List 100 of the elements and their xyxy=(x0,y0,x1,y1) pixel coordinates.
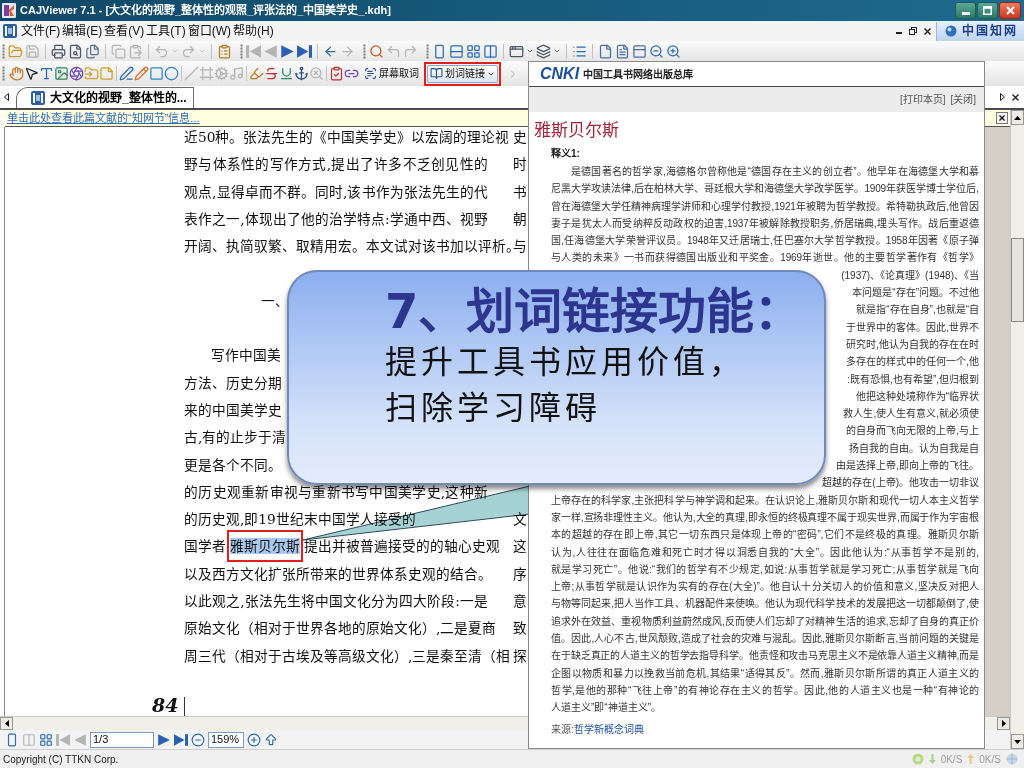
column-text: 意 xyxy=(513,592,527,611)
page-number-field[interactable]: 1/3 xyxy=(90,731,154,748)
grip-icon[interactable] xyxy=(2,66,5,81)
scan-text-icon xyxy=(364,67,377,80)
definition-line: 多存在的样式中的任何一个,他 xyxy=(846,355,979,370)
scroll-up-button[interactable] xyxy=(1011,110,1024,125)
text-select-icon[interactable] xyxy=(39,66,54,81)
scroll-left-icon[interactable] xyxy=(4,93,9,101)
menu-item[interactable]: 窗口(W) xyxy=(186,22,232,40)
minus-circle-icon[interactable] xyxy=(191,732,205,747)
layers-icon[interactable] xyxy=(536,43,551,59)
scrollbar-thumb[interactable] xyxy=(1011,238,1024,322)
menu-item[interactable]: 帮助(H) xyxy=(232,22,275,40)
print-page-link[interactable]: [打印本页] xyxy=(899,92,946,107)
definition-line: 国,任海德堡大学荣誉评议员。1948年又迁居瑞士,任巴塞尔大学哲学教授。1958年因著《原子弹 xyxy=(551,233,979,249)
vertical-scrollbar[interactable] xyxy=(1010,110,1024,749)
text-line: 古,有的止步于清 xyxy=(184,428,287,447)
window-icon[interactable] xyxy=(509,43,524,59)
definition-line: 上帝存在的科学家,主张把科学与神学调和起来。在认识论上,雅斯贝尔斯和现代一切人本主义哲学 xyxy=(551,493,979,508)
last-page-icon[interactable] xyxy=(174,732,188,747)
menu-item[interactable]: 文件(F) xyxy=(20,22,62,40)
close-button[interactable] xyxy=(999,2,1021,19)
image-icon[interactable] xyxy=(54,66,69,81)
search-icon[interactable] xyxy=(369,43,384,59)
list-icon[interactable] xyxy=(572,43,587,59)
next-page-icon[interactable] xyxy=(157,732,171,747)
up-arrow-icon[interactable] xyxy=(264,732,278,747)
grip-icon[interactable] xyxy=(240,43,243,59)
minimize-button[interactable] xyxy=(955,2,976,19)
zoom-out-icon[interactable] xyxy=(649,43,664,59)
highlighter-icon[interactable] xyxy=(249,66,264,81)
clipboard-list-icon[interactable] xyxy=(217,43,232,59)
close-link[interactable]: [关闭] xyxy=(950,92,976,107)
text-line: 写作中国美 xyxy=(211,346,281,365)
last-page-icon[interactable] xyxy=(297,43,312,59)
info-close-button[interactable] xyxy=(996,112,1008,124)
document-tab[interactable]: 大文化的视野_整体性的... xyxy=(16,87,194,108)
circle-icon[interactable] xyxy=(164,66,179,81)
single-page-icon[interactable] xyxy=(432,43,447,59)
files-icon[interactable] xyxy=(85,43,100,59)
plus-circle-icon[interactable] xyxy=(247,732,261,747)
underline-icon[interactable] xyxy=(279,66,294,81)
text-line: 来的中国美学史 xyxy=(184,400,282,419)
pen-icon[interactable] xyxy=(119,66,134,81)
close-icon[interactable] xyxy=(924,27,931,35)
logo-text: CNKI xyxy=(540,65,580,83)
rectangle-icon[interactable] xyxy=(149,66,164,81)
info-link[interactable]: 单击此处查看此篇文献的“知网节”信息... xyxy=(7,109,200,127)
toolbar-button[interactable]: 划词链接 xyxy=(427,64,498,83)
highlighted-word[interactable]: 雅斯贝尔斯 xyxy=(230,538,300,555)
scroll-down-button[interactable] xyxy=(1011,734,1024,749)
globe-icon xyxy=(945,25,957,37)
grid-icon[interactable] xyxy=(39,732,53,747)
grip-icon[interactable] xyxy=(363,43,366,59)
definition-line: 认为,人往往在面临危难和死亡时才得以洞悉自我的“大全”。因此他认为:“从事哲学不是别的, xyxy=(551,545,979,560)
menu-item[interactable]: 工具(T) xyxy=(145,22,187,40)
scroll-right-button[interactable] xyxy=(997,717,1010,730)
aperture-icon[interactable] xyxy=(69,66,84,81)
restore-button[interactable] xyxy=(977,2,998,19)
grid-icon[interactable] xyxy=(466,43,481,59)
column-text: 文 xyxy=(513,510,527,529)
columns-icon[interactable] xyxy=(483,43,498,59)
toolbar-button[interactable]: 屏幕取词 xyxy=(362,64,421,83)
printer-icon[interactable] xyxy=(51,43,66,59)
file-search-icon[interactable] xyxy=(68,43,83,59)
scroll-right-icon[interactable] xyxy=(1000,93,1005,101)
page-icon[interactable] xyxy=(598,43,613,59)
caret-icon[interactable] xyxy=(526,47,534,55)
next-page-icon[interactable] xyxy=(280,43,295,59)
text-line: 的历史观重新审视与重新书写中国美学史,这种新 xyxy=(184,482,488,501)
definition-line: 追求外在效益、重视物质利益蔚然成风,反而使人们忘却了对精神生活的追求,忘却了自身的真正价 xyxy=(551,614,979,629)
callout-text: 提升工具书应用价值， xyxy=(385,342,745,383)
restore-icon[interactable] xyxy=(909,27,917,35)
rows-icon[interactable] xyxy=(449,43,464,59)
scroll-left-button[interactable] xyxy=(0,717,13,730)
grip-icon[interactable] xyxy=(2,43,5,59)
close-icon[interactable] xyxy=(1012,93,1019,101)
restore-icon xyxy=(983,6,992,15)
section-heading: 一、 xyxy=(261,291,289,310)
folder-icon[interactable] xyxy=(8,43,23,59)
source-link[interactable]: 哲学新概念词典 xyxy=(573,720,644,738)
menu-item[interactable]: 编辑(E) xyxy=(61,22,104,40)
definition-line: 尼黑大学攻读法律,后在柏林大学、哥廷根大学和海德堡大学改学医学。1909年获医学博士学位后, xyxy=(551,182,979,197)
pencil-icon[interactable] xyxy=(134,66,149,81)
column-text: 时 xyxy=(513,155,527,174)
text-page-icon[interactable] xyxy=(615,43,630,59)
zoom-field[interactable]: 159% xyxy=(208,731,244,748)
down-arrow-icon xyxy=(1014,739,1021,744)
caret-icon[interactable] xyxy=(553,47,561,55)
clipboard-check-icon[interactable] xyxy=(329,66,344,81)
zoom-in-icon[interactable] xyxy=(666,43,681,59)
grip-icon[interactable] xyxy=(426,43,429,59)
text-line: 表作之一,体现出了他的治学特点:学通中西、视野 xyxy=(184,209,488,228)
menu-item[interactable]: 查看(V) xyxy=(103,22,146,40)
panel-icon[interactable] xyxy=(632,43,647,59)
pointer-icon[interactable] xyxy=(24,66,39,81)
anchor-icon[interactable] xyxy=(294,66,309,81)
single-page-icon[interactable] xyxy=(5,732,19,747)
brand-banner[interactable]: 中国知网 xyxy=(936,21,1024,41)
strikethrough-icon[interactable] xyxy=(264,66,279,81)
